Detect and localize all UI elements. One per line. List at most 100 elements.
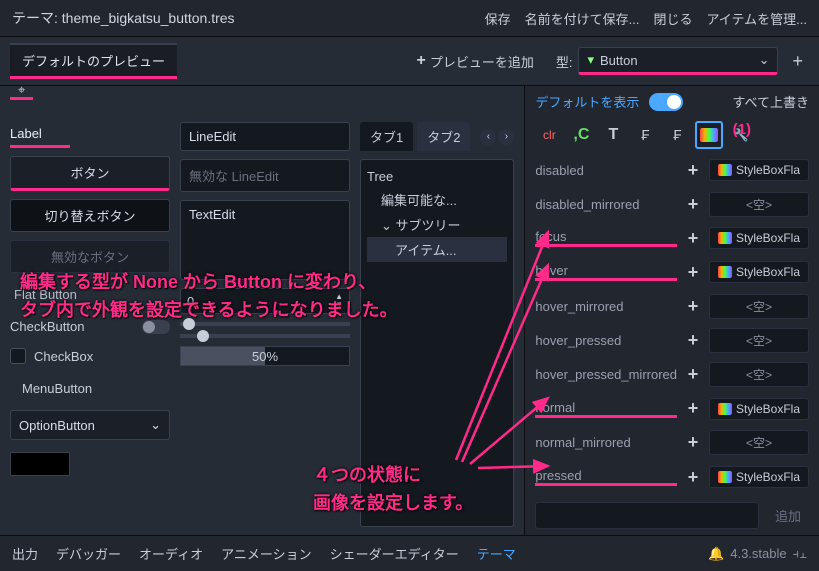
property-row-pressed: pressed+StyleBoxFla xyxy=(525,460,819,494)
preview-checkbutton[interactable]: CheckButton xyxy=(10,316,170,337)
property-value-empty[interactable]: <空> xyxy=(709,192,809,217)
override-plus-button[interactable]: + xyxy=(683,432,703,453)
property-row-hover_pressed: hover_pressed + <空> xyxy=(525,323,819,357)
constants-tab-icon[interactable]: ,C xyxy=(567,121,595,149)
layout-icon[interactable]: ⫞⫠ xyxy=(793,546,807,562)
checkbox-icon[interactable] xyxy=(10,348,26,364)
preview-colorrect[interactable] xyxy=(10,452,70,476)
property-value[interactable]: StyleBoxFla xyxy=(709,261,809,283)
property-row-disabled_mirrored: disabled_mirrored+<空> xyxy=(525,187,819,221)
save-as-button[interactable]: 名前を付けて保存... xyxy=(525,9,640,28)
colors-tab-icon[interactable]: clr xyxy=(535,121,563,149)
stylebox-icon xyxy=(718,266,732,278)
property-value-empty[interactable]: <空> xyxy=(709,362,809,387)
preview-lineedit[interactable]: LineEdit xyxy=(180,122,350,151)
fonts-tab-icon[interactable]: T xyxy=(599,121,627,149)
spin-arrows-icon[interactable]: ▲▼ xyxy=(335,293,343,309)
preview-tree[interactable]: Tree 編集可能な... ⌄ サブツリー アイテム... xyxy=(360,159,514,527)
property-row-focus: focus + StyleBoxFla xyxy=(525,221,819,255)
property-name: focus xyxy=(535,229,677,247)
stylebox-icon xyxy=(718,471,732,483)
preview-checkbox[interactable]: CheckBox xyxy=(10,345,170,367)
property-value[interactable]: StyleBoxFla xyxy=(709,227,809,249)
preview-tab2[interactable]: タブ2 xyxy=(417,122,470,151)
theme-title: テーマ: theme_bigkatsu_button.tres xyxy=(12,8,235,28)
add-preview-button[interactable]: + プレビューを追加 xyxy=(407,48,544,75)
tree-item[interactable]: ⌄ サブツリー xyxy=(367,212,507,237)
debugger-tab[interactable]: デバッガー xyxy=(56,544,121,563)
show-default-switch[interactable] xyxy=(649,93,683,111)
tab-next-icon[interactable]: › xyxy=(498,129,514,145)
property-row-disabled: disabled + StyleBoxFla xyxy=(525,153,819,187)
property-value[interactable]: StyleBoxFla xyxy=(709,159,809,181)
preview-hslider2[interactable] xyxy=(180,334,350,338)
preview-flat-button[interactable]: Flat Button xyxy=(10,281,170,308)
add-item-button[interactable]: 追加 xyxy=(767,502,809,529)
property-name: hover_pressed_mirrored xyxy=(535,367,677,382)
property-name: disabled xyxy=(535,163,677,178)
add-type-button[interactable]: + xyxy=(786,51,809,72)
preview-spinbox[interactable]: 0 ▲▼ xyxy=(180,288,350,314)
property-value-empty[interactable]: <空> xyxy=(709,430,809,455)
picker-icon[interactable]: ⌖ xyxy=(10,82,33,100)
plus-icon: + xyxy=(417,52,426,70)
stylebox-icon xyxy=(718,164,732,176)
theme-tab[interactable]: テーマ xyxy=(477,544,516,563)
stylebox-icon xyxy=(718,403,732,415)
annotation-marker-1: (1) xyxy=(733,121,751,138)
toggle-switch-icon[interactable] xyxy=(142,320,170,334)
override-plus-button[interactable]: + xyxy=(683,296,703,317)
preview-label: Label xyxy=(10,122,70,148)
property-value[interactable]: StyleBoxFla xyxy=(709,398,809,420)
notification-icon[interactable]: 🔔 xyxy=(708,546,724,562)
tree-item[interactable]: Tree xyxy=(367,166,507,187)
preview-textedit[interactable]: TextEdit xyxy=(180,200,350,280)
save-button[interactable]: 保存 xyxy=(485,9,511,28)
tree-item[interactable]: 編集可能な... xyxy=(367,187,507,212)
default-preview-tab[interactable]: デフォルトのプレビュー xyxy=(10,43,177,79)
filter-input[interactable] xyxy=(535,502,759,529)
property-row-normal_mirrored: normal_mirrored + <空> xyxy=(525,426,819,460)
override-plus-button[interactable]: + xyxy=(683,262,703,283)
fontsizes-tab-icon[interactable]: ₣ xyxy=(631,121,659,149)
property-name: hover_mirrored xyxy=(535,299,677,314)
override-plus-button[interactable]: + xyxy=(683,228,703,249)
property-name: normal_mirrored xyxy=(535,435,677,450)
icons-tab-icon[interactable]: ₣ xyxy=(663,121,691,149)
property-value[interactable]: StyleBoxFla xyxy=(709,466,809,488)
tree-item[interactable]: アイテム... xyxy=(367,237,507,262)
preview-optionbutton[interactable]: OptionButton⌄ xyxy=(10,410,170,440)
download-icon: ▾ xyxy=(587,52,594,68)
override-plus-button[interactable]: + xyxy=(683,160,703,181)
override-plus-button[interactable]: + xyxy=(683,398,703,419)
property-row-hover: hover+StyleBoxFla xyxy=(525,255,819,289)
override-plus-button[interactable]: + xyxy=(683,467,703,488)
property-row-normal: normal+StyleBoxFla xyxy=(525,392,819,426)
preview-button[interactable]: ボタン xyxy=(10,156,170,191)
type-select[interactable]: ▾ Button ⌄ xyxy=(578,47,778,75)
override-all-button[interactable]: すべて上書き xyxy=(732,92,809,111)
override-plus-button[interactable]: + xyxy=(683,194,703,215)
property-row-hover_pressed_mirrored: hover_pressed_mirrored + <空> xyxy=(525,358,819,392)
preview-toggle-button[interactable]: 切り替えボタン xyxy=(10,199,170,232)
property-name: hover_pressed xyxy=(535,333,677,348)
manage-items-button[interactable]: アイテムを管理... xyxy=(706,9,807,28)
property-value-empty[interactable]: <空> xyxy=(709,294,809,319)
output-tab[interactable]: 出力 xyxy=(12,544,38,563)
preview-menubutton[interactable]: MenuButton xyxy=(10,375,170,402)
close-button[interactable]: 閉じる xyxy=(653,9,692,28)
tab-prev-icon[interactable]: ‹ xyxy=(480,129,496,145)
chevron-down-icon: ⌄ xyxy=(759,52,770,68)
chevron-down-icon: ⌄ xyxy=(150,417,161,433)
show-default-link[interactable]: デフォルトを表示 xyxy=(535,92,639,111)
preview-tab1[interactable]: タブ1 xyxy=(360,122,413,151)
preview-progressbar: 50% xyxy=(180,346,350,366)
override-plus-button[interactable]: + xyxy=(683,364,703,385)
audio-tab[interactable]: オーディオ xyxy=(139,544,203,563)
shader-tab[interactable]: シェーダーエディター xyxy=(330,544,459,563)
override-plus-button[interactable]: + xyxy=(683,330,703,351)
animation-tab[interactable]: アニメーション xyxy=(221,544,311,563)
styleboxes-tab-icon[interactable] xyxy=(695,121,723,149)
property-value-empty[interactable]: <空> xyxy=(709,328,809,353)
preview-hslider[interactable] xyxy=(180,322,350,326)
